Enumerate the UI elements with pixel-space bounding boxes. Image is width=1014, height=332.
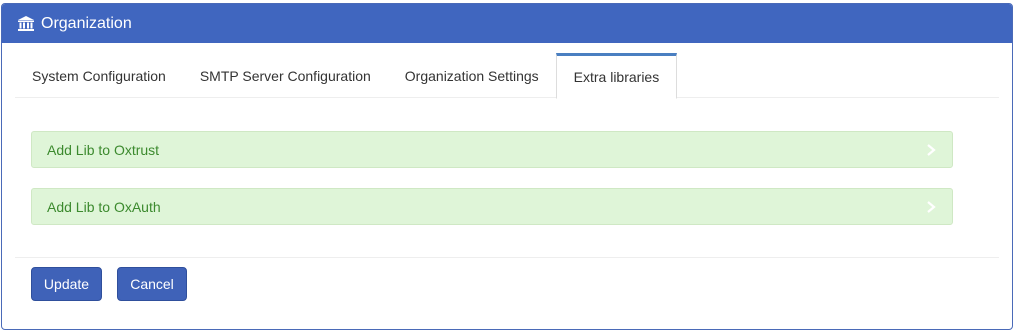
extra-libraries-content	[15, 98, 999, 258]
tab-smtp-server-configuration[interactable]: SMTP Server Configuration	[183, 53, 388, 98]
tab-system-configuration[interactable]: System Configuration	[15, 53, 183, 98]
accordion-label: Add Lib to Oxtrust	[47, 141, 160, 158]
panel-header: Organization	[2, 4, 1012, 43]
panel-title: Organization	[41, 14, 132, 32]
update-button[interactable]: Update	[31, 267, 102, 301]
tab-bar: System Configuration SMTP Server Configu…	[15, 53, 999, 99]
tab-label: System Configuration	[32, 67, 166, 84]
cancel-button[interactable]: Cancel	[117, 267, 187, 301]
tab-label: SMTP Server Configuration	[199, 67, 371, 84]
tab-label: Extra libraries	[573, 69, 660, 85]
accordion-add-lib-oxauth[interactable]: Add Lib to OxAuth	[31, 188, 953, 225]
accordion-add-lib-oxtrust[interactable]: Add Lib to Oxtrust	[31, 131, 953, 168]
bank-icon	[17, 15, 35, 33]
form-actions: Update Cancel	[31, 267, 187, 301]
chevron-right-icon	[925, 200, 937, 213]
accordion-label: Add Lib to OxAuth	[47, 198, 161, 215]
tab-extra-libraries[interactable]: Extra libraries	[555, 53, 678, 99]
tab-label: Organization Settings	[404, 67, 539, 84]
tab-organization-settings[interactable]: Organization Settings	[388, 53, 556, 98]
chevron-right-icon	[925, 143, 937, 156]
